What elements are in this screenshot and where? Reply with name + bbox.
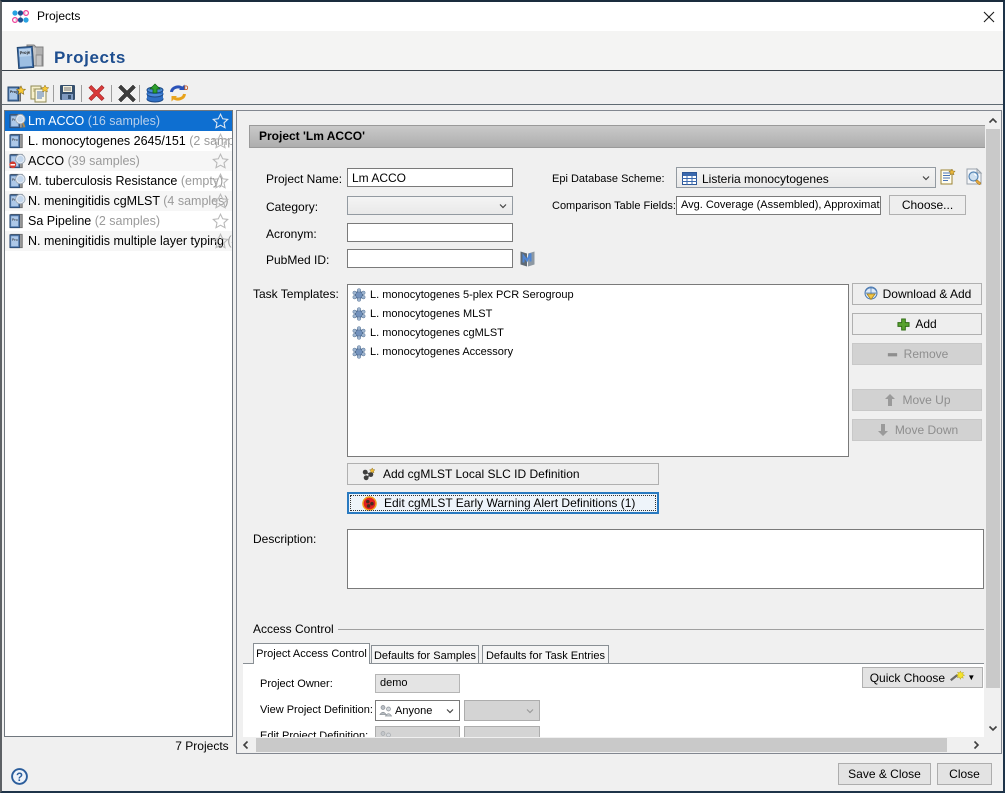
svg-text:Proje: Proje bbox=[19, 50, 30, 56]
svg-text:Pro: Pro bbox=[12, 238, 18, 242]
svg-text:Proj: Proj bbox=[10, 90, 17, 94]
svg-text:D: D bbox=[184, 86, 189, 92]
svg-text:Pro: Pro bbox=[12, 218, 18, 222]
svg-text:Pro: Pro bbox=[12, 138, 18, 142]
svg-text:?: ? bbox=[16, 772, 23, 784]
